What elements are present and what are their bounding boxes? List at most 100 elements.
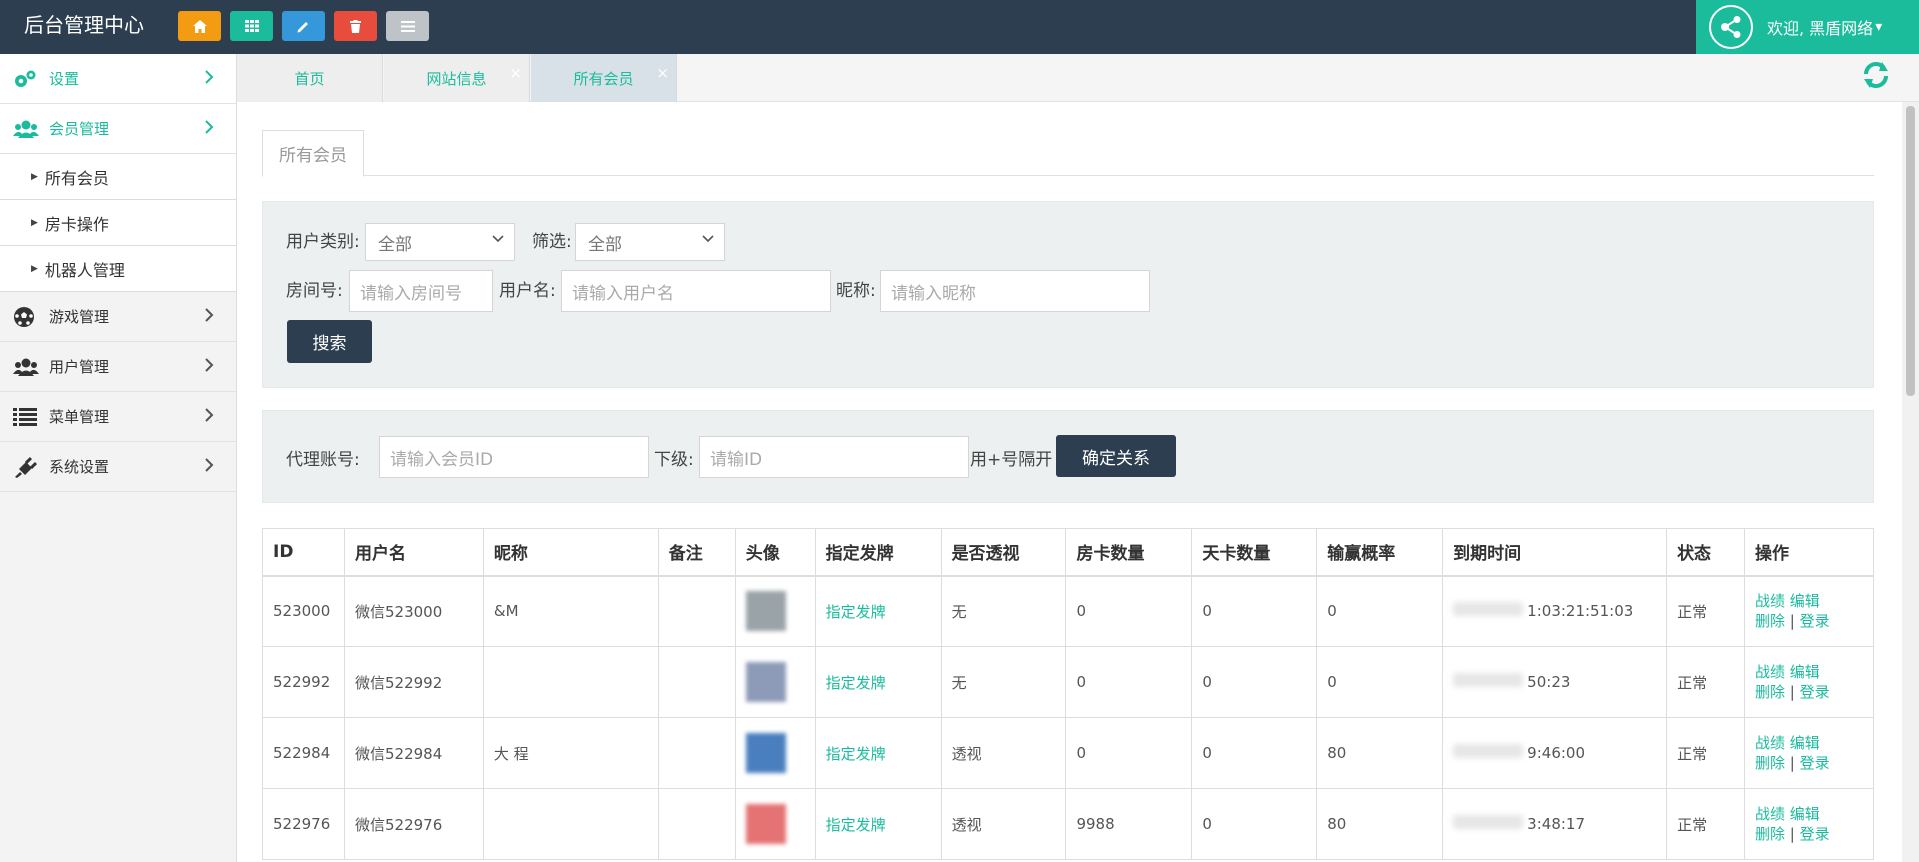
edit-link[interactable]: 编辑 <box>1790 663 1820 681</box>
cell-day-cards: 0 <box>1191 717 1318 789</box>
scrollbar-thumb[interactable] <box>1906 106 1915 396</box>
sub-id-input[interactable]: 请输ID <box>699 436 969 478</box>
close-icon[interactable]: × <box>509 64 522 82</box>
tab-all-members[interactable]: 所有会员 × <box>531 54 677 102</box>
cell-expire: 9:46:00 <box>1442 717 1668 789</box>
search-panel: 用户类别: 全部 筛选: 全部 房间号: 请输入房间号 用户名: 请输入用户名 … <box>262 201 1874 388</box>
stats-link[interactable]: 战绩 <box>1755 592 1785 610</box>
delete-button[interactable] <box>334 11 377 41</box>
sidebar-item-member-management[interactable]: 会员管理 <box>0 104 236 154</box>
refresh-icon[interactable] <box>1861 60 1891 98</box>
chevron-right-icon <box>205 307 214 326</box>
column-header: 是否透视 <box>940 528 1067 577</box>
cell-deal: 指定发牌 <box>814 717 942 789</box>
delete-link[interactable]: 删除 <box>1755 612 1785 630</box>
tab-site-info[interactable]: 网站信息 × <box>384 54 530 102</box>
edit-link[interactable]: 编辑 <box>1790 805 1820 823</box>
agent-id-input[interactable]: 请输入会员ID <box>379 436 649 478</box>
separator: | <box>1789 754 1795 772</box>
tab-home[interactable]: 首页 <box>237 54 383 102</box>
username-input[interactable]: 请输入用户名 <box>561 270 831 312</box>
cell-nickname <box>482 788 659 860</box>
cell-remark <box>657 788 736 860</box>
edit-link[interactable]: 编辑 <box>1790 592 1820 610</box>
agent-label: 代理账号: <box>286 450 360 470</box>
cell-actions: 战绩 编辑 删除 | 登录 <box>1744 646 1874 718</box>
sidebar-item-menu-management[interactable]: 菜单管理 <box>0 392 236 442</box>
column-header: 输赢概率 <box>1316 528 1444 577</box>
gears-icon <box>13 69 41 89</box>
list-button[interactable] <box>386 11 429 41</box>
cell-username: 微信522984 <box>343 717 484 789</box>
page-tab-all-members[interactable]: 所有会员 <box>262 130 364 177</box>
cell-see-through: 无 <box>940 646 1067 718</box>
login-link[interactable]: 登录 <box>1800 683 1830 701</box>
cell-id: 522984 <box>262 717 345 789</box>
cell-nickname <box>482 646 659 718</box>
user-type-select[interactable]: 全部 <box>365 223 515 261</box>
chevron-right-icon <box>205 457 214 476</box>
toolbar <box>178 11 429 41</box>
sidebar-subitem-all-members[interactable]: ▶ 所有会员 <box>0 154 236 200</box>
plug-icon <box>13 456 41 478</box>
login-link[interactable]: 登录 <box>1800 612 1830 630</box>
share-logo-icon <box>1709 5 1753 49</box>
separator: | <box>1789 825 1795 843</box>
expire-time: 9:46:00 <box>1527 744 1585 762</box>
page-tab-strip: 所有会员 <box>262 130 1874 177</box>
delete-link[interactable]: 删除 <box>1755 683 1785 701</box>
sidebar-item-label: 用户管理 <box>49 358 110 376</box>
column-header: 头像 <box>734 528 816 577</box>
vertical-scrollbar[interactable] <box>1902 102 1919 862</box>
search-button[interactable]: 搜索 <box>287 320 372 363</box>
cell-avatar <box>734 717 816 789</box>
sidebar-subitem-room-card[interactable]: ▶ 房卡操作 <box>0 200 236 246</box>
login-link[interactable]: 登录 <box>1800 825 1830 843</box>
assign-deal-link[interactable]: 指定发牌 <box>826 816 886 834</box>
redacted-block <box>1453 673 1524 687</box>
column-header: 用户名 <box>343 528 484 577</box>
cell-remark <box>657 717 736 789</box>
sidebar-item-system-settings[interactable]: 系统设置 <box>0 442 236 492</box>
cell-room-cards: 9988 <box>1065 788 1193 860</box>
cell-remark <box>657 575 736 647</box>
stats-link[interactable]: 战绩 <box>1755 805 1785 823</box>
room-input[interactable]: 请输入房间号 <box>349 270 493 312</box>
delete-link[interactable]: 删除 <box>1755 825 1785 843</box>
cell-see-through: 透视 <box>940 788 1067 860</box>
table-row: 522984 微信522984 大 程指定发牌 透视 0 0 80 9:46:00 正常 战绩 编… <box>262 717 1874 789</box>
chevron-right-icon <box>205 357 214 376</box>
sidebar-subitem-robot[interactable]: ▶ 机器人管理 <box>0 246 236 292</box>
confirm-relation-button[interactable]: 确定关系 <box>1056 435 1176 477</box>
home-button[interactable] <box>178 11 221 41</box>
grid-icon <box>244 20 259 32</box>
stats-link[interactable]: 战绩 <box>1755 663 1785 681</box>
sidebar-item-settings[interactable]: 设置 <box>0 54 236 104</box>
cell-avatar <box>734 575 816 647</box>
delete-link[interactable]: 删除 <box>1755 754 1785 772</box>
tab-label: 网站信息 <box>426 69 487 88</box>
sidebar-item-user-management[interactable]: 用户管理 <box>0 342 236 392</box>
filter-select[interactable]: 全部 <box>575 223 725 261</box>
edit-button[interactable] <box>282 11 325 41</box>
top-bar: 后台管理中心 欢迎, 黑盾网络 ▾ <box>0 0 1919 54</box>
cell-room-cards: 0 <box>1065 646 1193 718</box>
login-link[interactable]: 登录 <box>1800 754 1830 772</box>
tab-bar: 首页 网站信息 × 所有会员 × <box>237 54 1919 102</box>
chevron-down-icon: ▾ <box>1875 19 1883 35</box>
edit-link[interactable]: 编辑 <box>1790 734 1820 752</box>
assign-deal-link[interactable]: 指定发牌 <box>826 674 886 692</box>
cell-nickname: 大 程 <box>482 717 659 789</box>
agent-panel: 代理账号: 请输入会员ID 下级: 请输ID 用+号隔开 确定关系 <box>262 410 1874 503</box>
cell-actions: 战绩 编辑 删除 | 登录 <box>1744 788 1874 860</box>
assign-deal-link[interactable]: 指定发牌 <box>826 603 886 621</box>
close-icon[interactable]: × <box>656 64 669 82</box>
sidebar-item-game-management[interactable]: 游戏管理 <box>0 292 236 342</box>
user-menu[interactable]: 欢迎, 黑盾网络 ▾ <box>1696 0 1919 54</box>
nickname-input[interactable]: 请输入昵称 <box>880 270 1150 312</box>
cell-win-rate: 0 <box>1316 646 1444 718</box>
assign-deal-link[interactable]: 指定发牌 <box>826 745 886 763</box>
grid-button[interactable] <box>230 11 273 41</box>
cell-id: 523000 <box>262 575 345 647</box>
stats-link[interactable]: 战绩 <box>1755 734 1785 752</box>
